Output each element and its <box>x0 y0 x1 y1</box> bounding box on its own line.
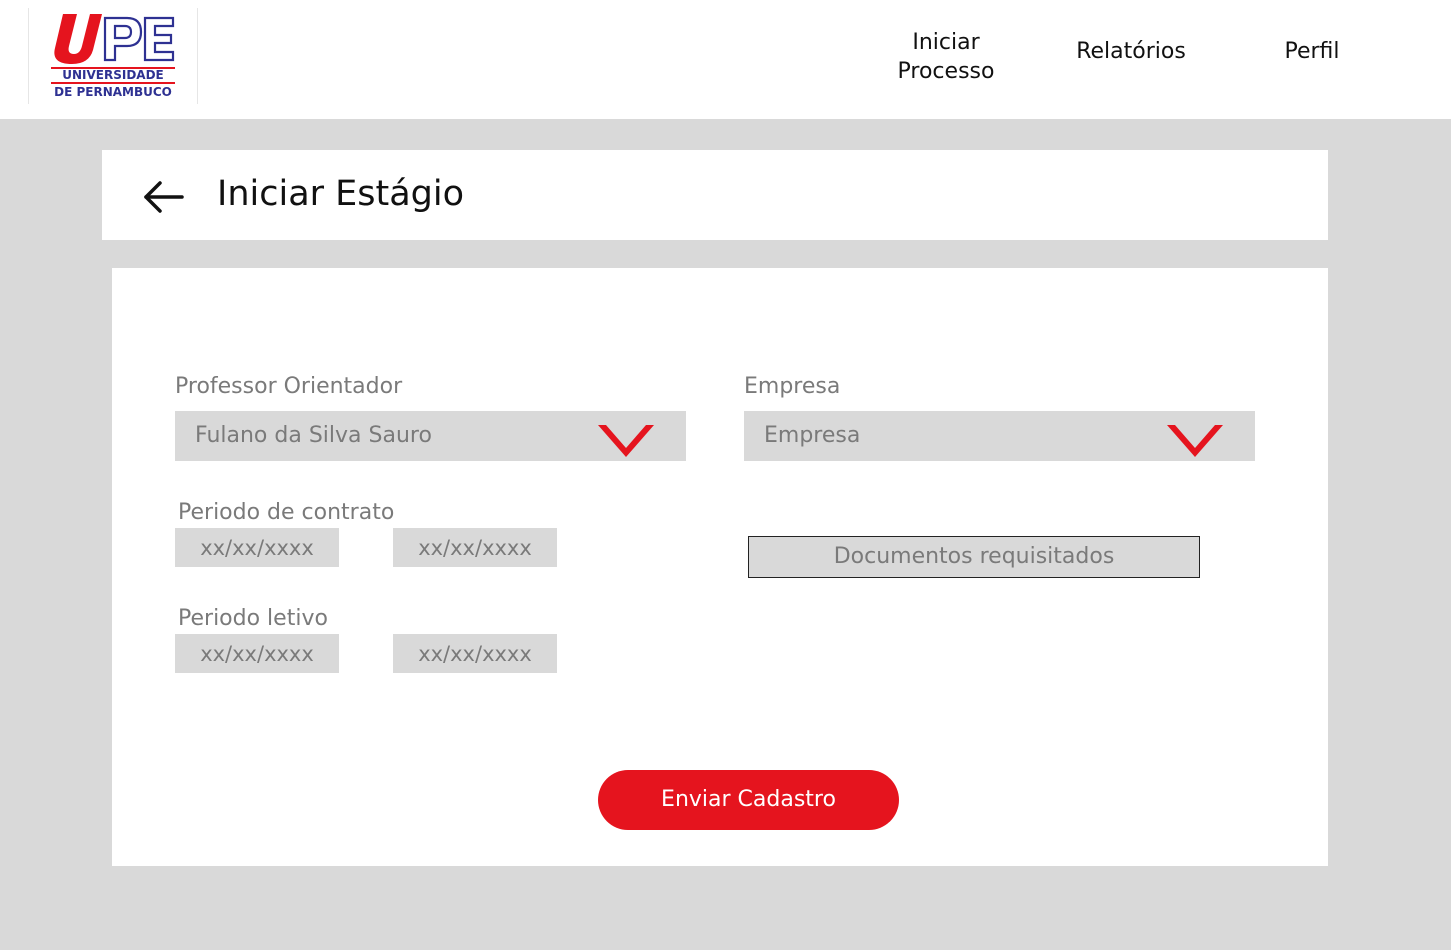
periodo-letivo-start-input[interactable] <box>175 634 339 673</box>
periodo-letivo-label: Periodo letivo <box>178 606 328 631</box>
nav-perfil[interactable]: Perfil <box>1266 37 1358 66</box>
professor-orientador-select[interactable]: Fulano da Silva Sauro <box>175 411 686 461</box>
upe-logo-mark: UNIVERSIDADE DE PERNAMBUCO <box>51 14 175 99</box>
enviar-cadastro-button[interactable]: Enviar Cadastro <box>598 770 899 830</box>
professor-orientador-label: Professor Orientador <box>175 374 403 399</box>
nav-relatorios[interactable]: Relatórios <box>1060 37 1202 66</box>
nav-iniciar-processo-line2: Processo <box>897 59 995 84</box>
periodo-contrato-start-input[interactable] <box>175 528 339 567</box>
documentos-requisitados-button[interactable]: Documentos requisitados <box>748 536 1200 578</box>
periodo-letivo-end-input[interactable] <box>393 634 557 673</box>
top-navigation-bar: UNIVERSIDADE DE PERNAMBUCO Iniciar Proce… <box>0 0 1451 119</box>
periodo-contrato-label: Periodo de contrato <box>178 500 395 525</box>
empresa-value: Empresa <box>764 423 861 448</box>
upe-logo[interactable]: UNIVERSIDADE DE PERNAMBUCO <box>28 8 198 104</box>
svg-text:UNIVERSIDADE: UNIVERSIDADE <box>62 68 164 82</box>
chevron-down-icon <box>598 425 654 457</box>
page-title: Iniciar Estágio <box>217 174 465 214</box>
periodo-contrato-end-input[interactable] <box>393 528 557 567</box>
chevron-down-icon <box>1167 425 1223 457</box>
professor-orientador-value: Fulano da Silva Sauro <box>195 423 432 448</box>
nav-iniciar-processo[interactable]: Iniciar Processo <box>884 28 1008 86</box>
svg-text:DE PERNAMBUCO: DE PERNAMBUCO <box>54 85 172 99</box>
empresa-select[interactable]: Empresa <box>744 411 1255 461</box>
arrow-left-icon[interactable] <box>140 176 186 216</box>
nav-iniciar-processo-line1: Iniciar <box>912 30 980 55</box>
empresa-label: Empresa <box>744 374 841 399</box>
